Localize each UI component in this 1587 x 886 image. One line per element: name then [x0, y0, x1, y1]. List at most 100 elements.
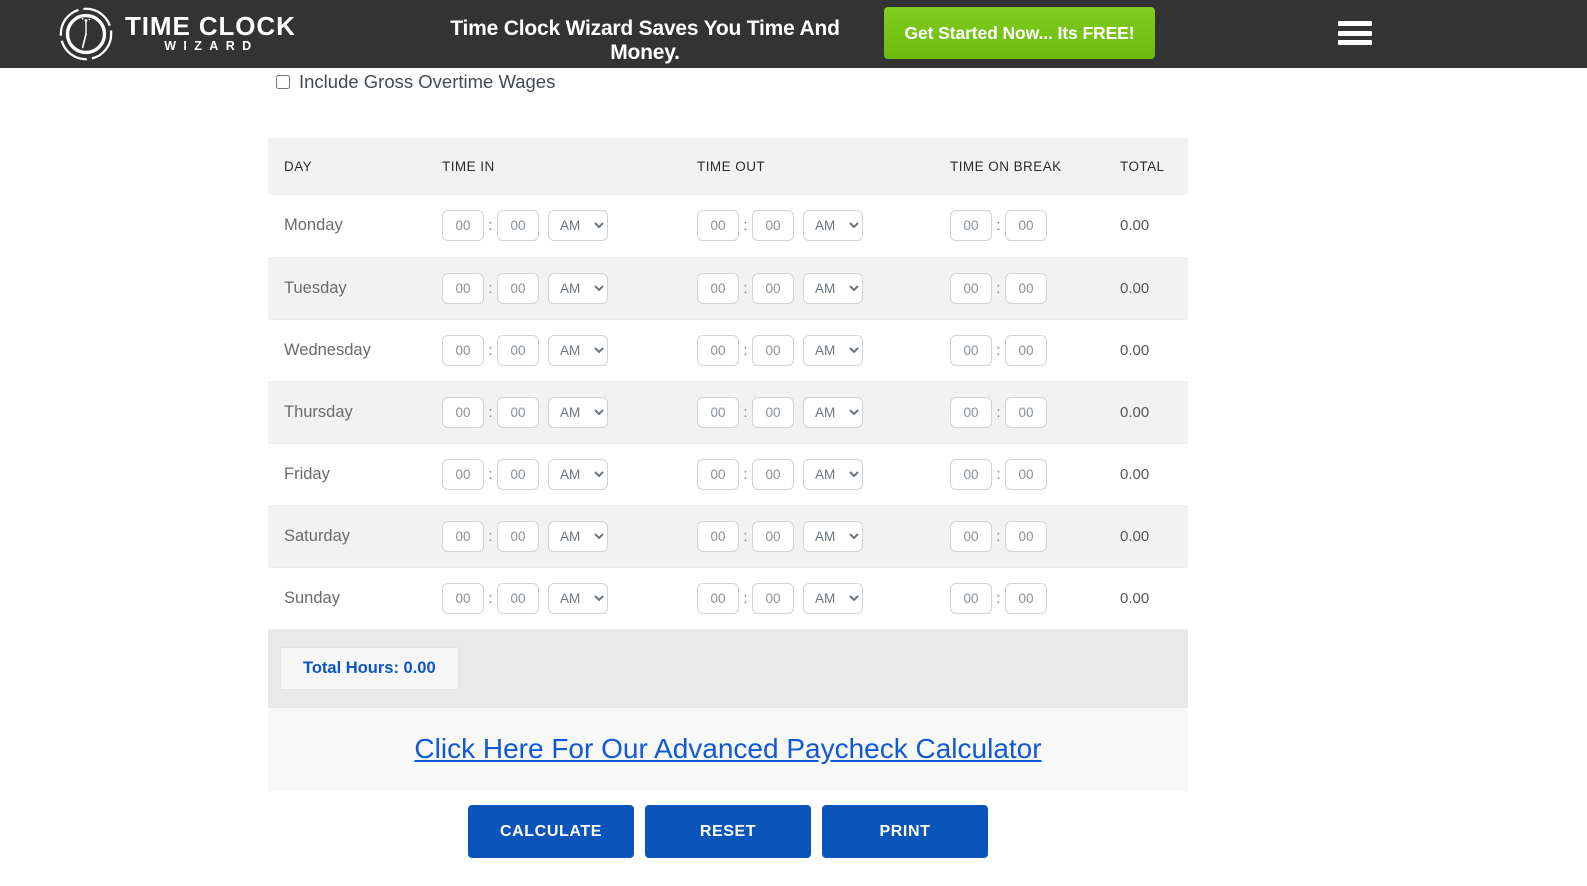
- break-hour-input[interactable]: [950, 334, 992, 366]
- site-logo[interactable]: TIME CLOCK WIZARD: [58, 4, 296, 64]
- time-out-hour-input[interactable]: [697, 334, 739, 366]
- break-hour-input[interactable]: [950, 582, 992, 614]
- break-hour-input[interactable]: [950, 210, 992, 242]
- time-in-minute-input[interactable]: [497, 210, 539, 242]
- hamburger-menu-icon[interactable]: [1338, 18, 1372, 48]
- time-separator: :: [488, 589, 493, 607]
- time-out-meridiem-select[interactable]: AMPM: [803, 520, 863, 552]
- time-in-group: : AMPM: [442, 396, 681, 428]
- break-hour-input[interactable]: [950, 272, 992, 304]
- time-out-group: : AMPM: [697, 396, 934, 428]
- time-on-break-group: :: [950, 396, 1104, 428]
- time-out-meridiem-select[interactable]: AMPM: [803, 210, 863, 242]
- calculate-button[interactable]: CALCULATE: [468, 805, 634, 858]
- time-in-minute-input[interactable]: [497, 520, 539, 552]
- time-out-minute-input[interactable]: [752, 396, 794, 428]
- advanced-paycheck-calculator-link[interactable]: Click Here For Our Advanced Paycheck Cal…: [414, 733, 1041, 765]
- time-separator: :: [488, 217, 493, 235]
- time-out-minute-input[interactable]: [752, 520, 794, 552]
- time-in-meridiem-select[interactable]: AMPM: [548, 458, 608, 490]
- time-out-hour-input[interactable]: [697, 272, 739, 304]
- time-out-hour-input[interactable]: [697, 396, 739, 428]
- time-in-minute-input[interactable]: [497, 458, 539, 490]
- time-in-meridiem-select[interactable]: AMPM: [548, 210, 608, 242]
- time-in-hour-input[interactable]: [442, 520, 484, 552]
- action-buttons: CALCULATE RESET PRINT: [268, 805, 1188, 858]
- break-minute-input[interactable]: [1005, 334, 1047, 366]
- timecard-body: Monday: AMPM: AMPM: 0.00 Tuesday: AMPM: AMPM: 0…: [268, 195, 1188, 630]
- time-separator: :: [743, 589, 748, 607]
- time-in-meridiem-select[interactable]: AMPM: [548, 272, 608, 304]
- advanced-calculator-row: Click Here For Our Advanced Paycheck Cal…: [268, 707, 1188, 791]
- time-on-break-group: :: [950, 272, 1104, 304]
- time-in-hour-input[interactable]: [442, 582, 484, 614]
- time-separator: :: [488, 279, 493, 297]
- reset-button[interactable]: RESET: [645, 805, 811, 858]
- time-in-minute-input[interactable]: [497, 582, 539, 614]
- time-out-group: : AMPM: [697, 210, 934, 242]
- day-label: Monday: [268, 195, 426, 258]
- include-overtime-option[interactable]: Include Gross Overtime Wages: [276, 71, 555, 93]
- break-minute-input[interactable]: [1005, 458, 1047, 490]
- time-out-hour-input[interactable]: [697, 582, 739, 614]
- break-minute-input[interactable]: [1005, 272, 1047, 304]
- include-overtime-checkbox[interactable]: [276, 75, 290, 89]
- time-separator: :: [488, 527, 493, 545]
- break-minute-input[interactable]: [1005, 210, 1047, 242]
- time-in-group: : AMPM: [442, 458, 681, 490]
- row-total-value: 0.00: [1104, 319, 1188, 382]
- table-row: Tuesday: AMPM: AMPM: 0.00: [268, 257, 1188, 320]
- time-out-group: : AMPM: [697, 272, 934, 304]
- clock-icon: [59, 7, 113, 61]
- time-on-break-group-cell: :: [934, 381, 1104, 444]
- time-in-minute-input[interactable]: [497, 334, 539, 366]
- include-overtime-label[interactable]: Include Gross Overtime Wages: [299, 71, 555, 93]
- time-out-meridiem-select[interactable]: AMPM: [803, 334, 863, 366]
- time-out-meridiem-select[interactable]: AMPM: [803, 272, 863, 304]
- time-in-meridiem-select[interactable]: AMPM: [548, 520, 608, 552]
- print-button[interactable]: PRINT: [822, 805, 988, 858]
- time-in-hour-input[interactable]: [442, 334, 484, 366]
- time-in-meridiem-select[interactable]: AMPM: [548, 334, 608, 366]
- time-in-minute-input[interactable]: [497, 272, 539, 304]
- time-out-minute-input[interactable]: [752, 458, 794, 490]
- time-in-minute-input[interactable]: [497, 396, 539, 428]
- time-separator: :: [743, 403, 748, 421]
- break-minute-input[interactable]: [1005, 582, 1047, 614]
- time-in-meridiem-select[interactable]: AMPM: [548, 396, 608, 428]
- time-out-group-cell: : AMPM: [681, 443, 934, 506]
- time-out-hour-input[interactable]: [697, 520, 739, 552]
- time-out-meridiem-select[interactable]: AMPM: [803, 458, 863, 490]
- time-out-group-cell: : AMPM: [681, 381, 934, 444]
- time-out-minute-input[interactable]: [752, 210, 794, 242]
- time-in-hour-input[interactable]: [442, 272, 484, 304]
- time-in-hour-input[interactable]: [442, 396, 484, 428]
- break-hour-input[interactable]: [950, 396, 992, 428]
- time-in-group-cell: : AMPM: [426, 381, 681, 444]
- time-on-break-group-cell: :: [934, 319, 1104, 382]
- time-out-minute-input[interactable]: [752, 272, 794, 304]
- time-out-hour-input[interactable]: [697, 458, 739, 490]
- get-started-button[interactable]: Get Started Now... Its FREE!: [884, 7, 1155, 59]
- break-hour-input[interactable]: [950, 520, 992, 552]
- time-on-break-group: :: [950, 520, 1104, 552]
- time-out-meridiem-select[interactable]: AMPM: [803, 582, 863, 614]
- time-separator: :: [996, 341, 1001, 359]
- break-hour-input[interactable]: [950, 458, 992, 490]
- total-hours-row: Total Hours: 0.00: [268, 629, 1188, 708]
- timecard-card: DAY TIME IN TIME OUT TIME ON BREAK TOTAL…: [268, 138, 1188, 791]
- time-out-minute-input[interactable]: [752, 334, 794, 366]
- time-out-minute-input[interactable]: [752, 582, 794, 614]
- time-in-meridiem-select[interactable]: AMPM: [548, 582, 608, 614]
- break-minute-input[interactable]: [1005, 520, 1047, 552]
- day-label: Saturday: [268, 505, 426, 568]
- time-separator: :: [743, 341, 748, 359]
- time-in-group: : AMPM: [442, 520, 681, 552]
- time-out-hour-input[interactable]: [697, 210, 739, 242]
- time-out-meridiem-select[interactable]: AMPM: [803, 396, 863, 428]
- break-minute-input[interactable]: [1005, 396, 1047, 428]
- table-row: Thursday: AMPM: AMPM: 0.00: [268, 381, 1188, 444]
- time-in-hour-input[interactable]: [442, 458, 484, 490]
- time-in-hour-input[interactable]: [442, 210, 484, 242]
- logo-secondary-text: WIZARD: [164, 39, 259, 54]
